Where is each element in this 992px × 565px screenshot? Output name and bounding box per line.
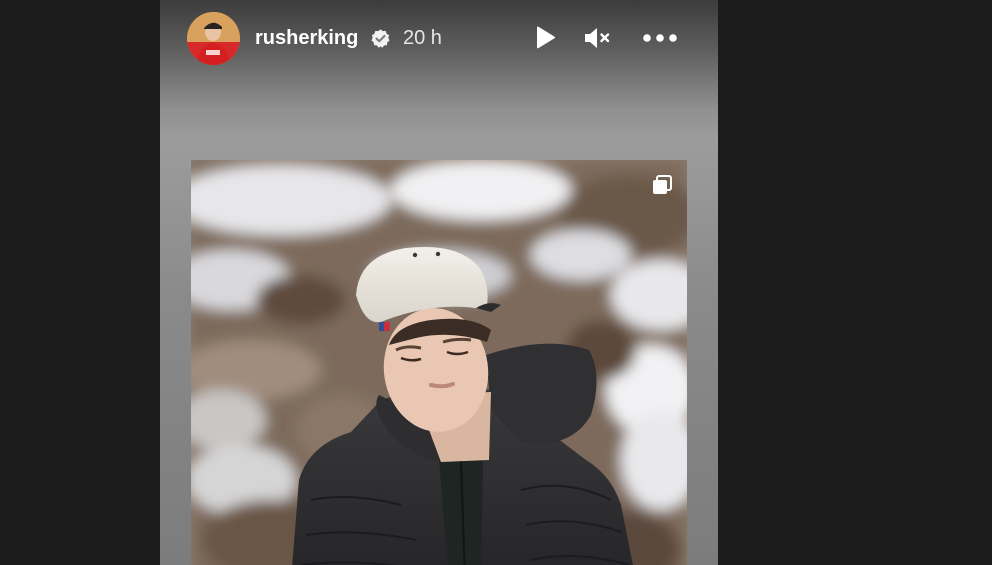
verified-badge-icon [370,28,391,49]
story-header: rusherking 20 h [160,0,718,78]
play-icon [537,26,556,49]
profile-avatar[interactable] [187,12,240,65]
username[interactable]: rusherking [255,27,358,50]
mute-button[interactable] [582,22,614,54]
more-options-button[interactable] [640,22,680,54]
story-card[interactable]: rusherking 20 h [160,0,718,565]
story-photo [191,160,687,565]
play-button[interactable] [529,22,561,54]
story-timestamp: 20 h [403,27,442,49]
story-viewer: rusherking 20 h [0,0,992,565]
carousel-icon[interactable] [651,174,673,196]
more-horizontal-icon [643,34,677,42]
muted-speaker-icon [585,28,610,48]
